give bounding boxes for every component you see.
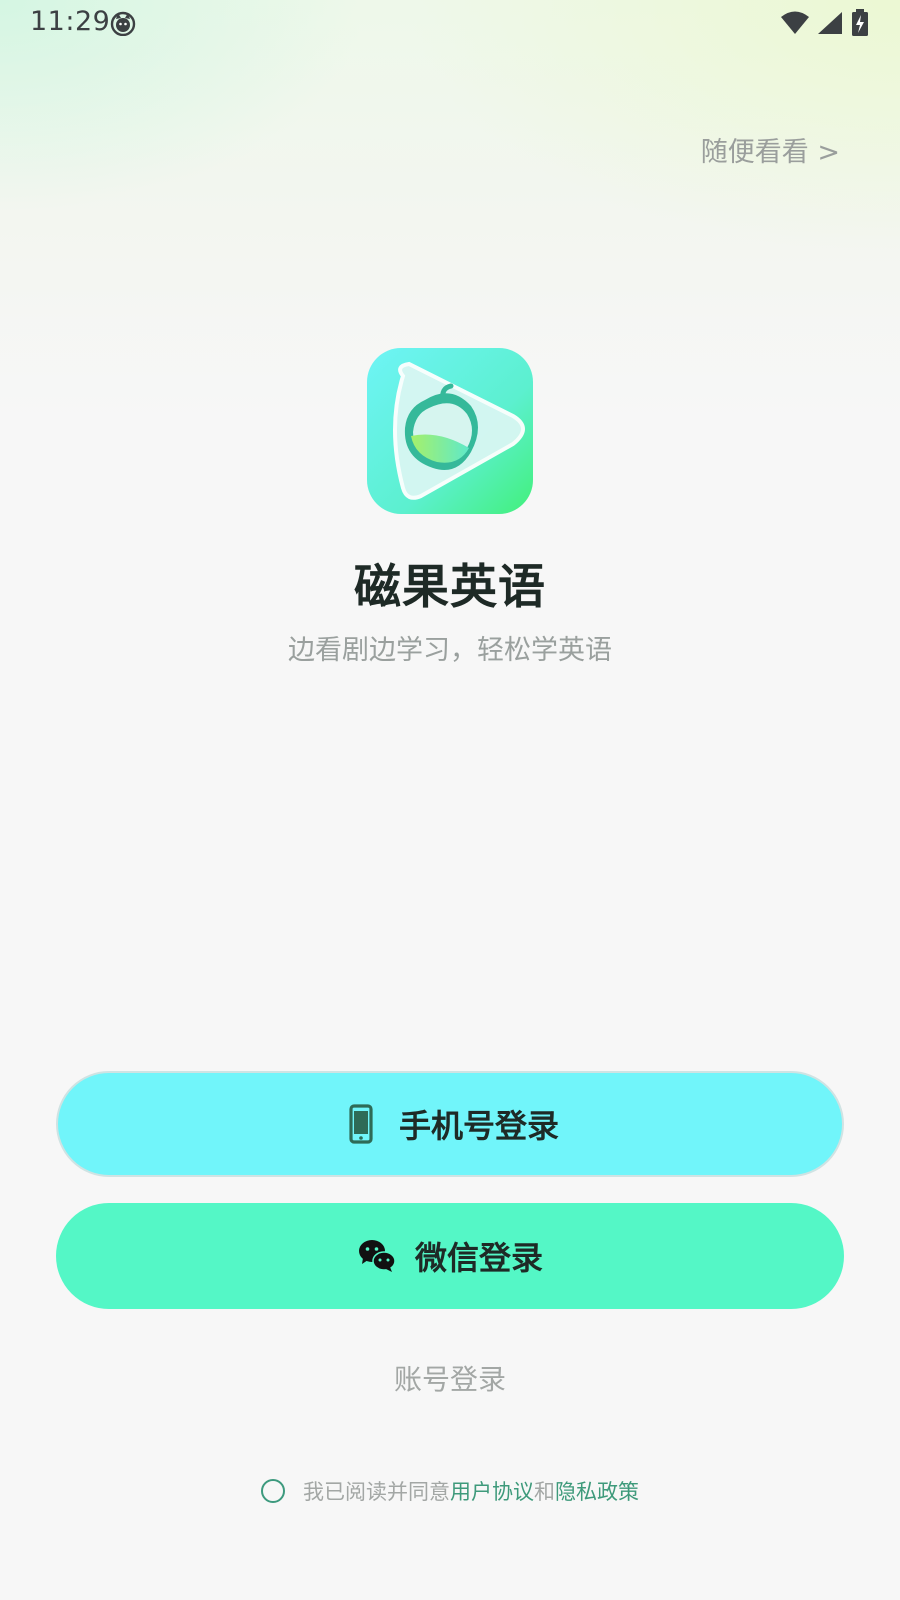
- status-bar: 11:29: [0, 0, 900, 48]
- ciguo-logo-icon: [367, 348, 533, 514]
- agreement-prefix: 我已阅读并同意: [303, 1480, 450, 1504]
- account-login-link[interactable]: 账号登录: [0, 1358, 900, 1398]
- wifi-icon: [781, 11, 809, 34]
- browse-without-login-link[interactable]: 随便看看 >: [701, 130, 840, 169]
- smartphone-icon: [349, 1104, 373, 1144]
- agreement-row: 我已阅读并同意 用户协议 和 隐私政策: [0, 1471, 900, 1511]
- wechat-icon: [358, 1240, 396, 1272]
- login-screen: 11:29 随便看看 > 磁果英语 边看剧边学习，轻松学英语 手机号登录 微信登…: [0, 0, 900, 1600]
- privacy-policy-link[interactable]: 隐私政策: [555, 1476, 639, 1506]
- status-icons: [780, 8, 870, 38]
- cat-notification-icon: [110, 11, 136, 36]
- app-slogan: 边看剧边学习，轻松学英语: [288, 635, 612, 666]
- phone-login-label: 手机号登录: [398, 1107, 559, 1145]
- agreement-conjunction: 和: [534, 1480, 555, 1504]
- wechat-login-button[interactable]: 微信登录: [56, 1203, 844, 1309]
- app-name: 磁果英语: [354, 560, 546, 615]
- user-agreement-link[interactable]: 用户协议: [450, 1476, 534, 1506]
- status-time: 11:29: [30, 6, 111, 37]
- agreement-checkbox[interactable]: [261, 1479, 285, 1503]
- cell-signal-icon: [818, 12, 842, 34]
- phone-login-button[interactable]: 手机号登录: [56, 1071, 844, 1177]
- battery-charging-icon: [852, 9, 868, 36]
- wechat-login-label: 微信登录: [414, 1239, 543, 1277]
